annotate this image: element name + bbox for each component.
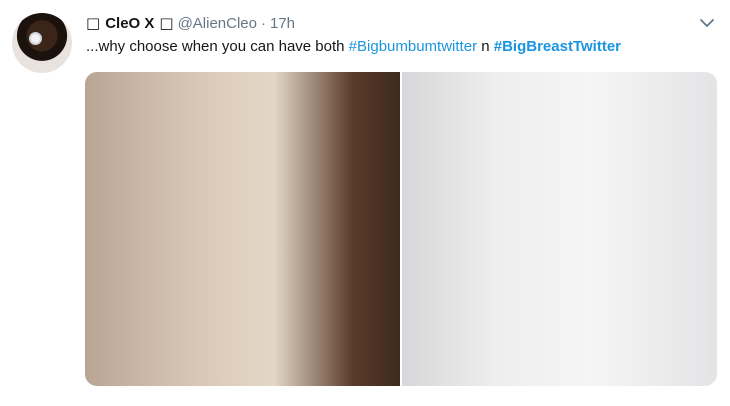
photo-right[interactable] <box>402 72 717 386</box>
separator-dot: · <box>261 14 266 32</box>
hashtag-link-1[interactable]: #Bigbumbumtwitter <box>349 38 477 55</box>
chevron-down-icon[interactable] <box>698 14 716 32</box>
tweet-text: ...why choose when you can have both #Bi… <box>86 37 718 57</box>
flower-decoration-icon <box>31 34 40 43</box>
user-handle[interactable]: @AlienCleo <box>178 15 257 32</box>
avatar[interactable] <box>12 13 72 73</box>
tweet-text-mid: n <box>477 38 494 55</box>
timestamp-link[interactable]: 17h <box>270 15 295 32</box>
tweet-header: □ CleO X □ @AlienCleo · 17h <box>86 12 718 34</box>
tweet-text-plain: ...why choose when you can have both <box>86 38 349 55</box>
name-suffix-glyph: □ <box>159 14 174 32</box>
name-prefix-glyph: □ <box>86 14 101 32</box>
hashtag-link-2[interactable]: #BigBreastTwitter <box>494 38 621 55</box>
photo-left[interactable] <box>85 72 400 386</box>
display-name[interactable]: CleO X <box>105 15 154 32</box>
media-grid <box>85 72 717 386</box>
